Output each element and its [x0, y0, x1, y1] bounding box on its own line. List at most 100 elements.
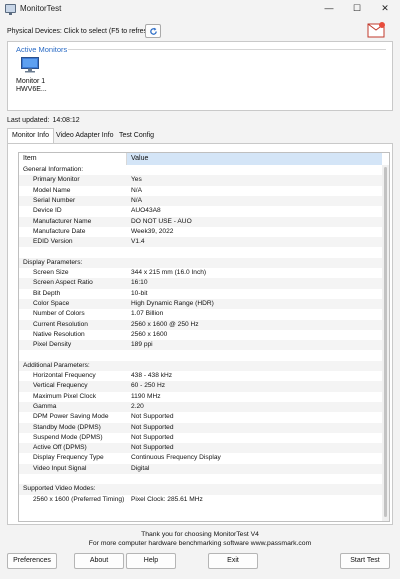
last-updated-value: 14:08:12	[52, 117, 80, 124]
table-row[interactable]: Suspend Mode (DPMS) Not Supported	[19, 433, 382, 443]
row-item: Horizontal Frequency	[33, 372, 96, 379]
monitor-name-line2: HWV6E...	[16, 86, 47, 93]
table-row[interactable]	[19, 247, 382, 257]
table-row[interactable]: Supported Video Modes:	[19, 484, 382, 495]
exit-button[interactable]: Exit	[208, 553, 258, 569]
vertical-scrollbar[interactable]	[382, 165, 389, 521]
row-item: Native Resolution	[33, 330, 85, 338]
table-row[interactable]: Display Parameters:	[19, 257, 382, 268]
table-row[interactable]: Current Resolution 2560 x 1600 @ 250 Hz	[19, 319, 382, 330]
app-monitor-icon	[5, 4, 16, 15]
footer-message: Thank you for choosing MonitorTest V4 Fo…	[0, 531, 400, 548]
close-button[interactable]: ✕	[372, 0, 398, 16]
table-row[interactable]	[19, 350, 382, 360]
row-item: Maximum Pixel Clock	[33, 392, 97, 400]
table-row[interactable]: Number of Colors 1.07 Billion	[19, 309, 382, 319]
preferences-button[interactable]: Preferences	[7, 553, 57, 569]
table-row[interactable]: Standby Mode (DPMS) Not Supported	[19, 422, 382, 433]
row-value: 438 - 438 kHz	[131, 372, 173, 379]
active-monitors-panel: Active Monitors Monitor 1 HWV6E...	[7, 41, 393, 111]
tab-test-config[interactable]: Test Config	[115, 130, 158, 143]
row-item: Suspend Mode (DPMS)	[33, 433, 103, 441]
row-item: Active Off (DPMS)	[33, 444, 87, 452]
about-button[interactable]: About	[74, 553, 124, 569]
last-updated: Last updated: 14:08:12	[7, 117, 80, 124]
row-item: EDID Version	[33, 238, 73, 246]
table-row[interactable]: Serial Number N/A	[19, 195, 382, 207]
maximize-button[interactable]: ☐	[344, 0, 370, 16]
title-bar: MonitorTest — ☐ ✕	[0, 0, 400, 18]
table-row[interactable]: General Information:	[19, 165, 382, 175]
group-divider	[68, 49, 386, 50]
monitor-1-label[interactable]: Monitor 1 HWV6E...	[16, 78, 47, 94]
row-item: Supported Video Modes:	[23, 485, 96, 493]
row-item: DPM Power Saving Mode	[33, 413, 109, 421]
row-value: Not Supported	[131, 423, 174, 431]
tab-monitor-info[interactable]: Monitor Info	[7, 128, 54, 143]
row-value: N/A	[131, 196, 142, 204]
row-item: Current Resolution	[33, 320, 88, 328]
table-row[interactable]: Gamma 2.20	[19, 401, 382, 413]
physical-devices-label: Physical Devices: Click to select (F5 to…	[7, 28, 154, 35]
table-header: Item Value	[19, 153, 389, 165]
table-row[interactable]: Video Input Signal Digital	[19, 463, 382, 474]
row-value: 344 x 215 mm (16.0 Inch)	[131, 269, 207, 276]
table-row[interactable]: Maximum Pixel Clock 1190 MHz	[19, 392, 382, 402]
table-row[interactable]: Horizontal Frequency 438 - 438 kHz	[19, 371, 382, 381]
table-row[interactable]: Native Resolution 2560 x 1600	[19, 330, 382, 340]
refresh-button[interactable]	[145, 24, 161, 38]
column-header-value[interactable]: Value	[127, 153, 382, 165]
monitor-icon[interactable]	[21, 57, 39, 73]
table-row[interactable]: Manufacturer Name DO NOT USE - AUO	[19, 216, 382, 227]
table-row[interactable]: Color Space High Dynamic Range (HDR)	[19, 298, 382, 310]
table-row[interactable]: DPM Power Saving Mode Not Supported	[19, 412, 382, 422]
tab-video-adapter-info[interactable]: Video Adapter Info	[52, 130, 117, 143]
row-item: 2560 x 1600 (Preferred Timing)	[33, 495, 125, 503]
row-item: Pixel Density	[33, 341, 72, 349]
start-test-button[interactable]: Start Test	[340, 553, 390, 569]
row-value: Digital	[131, 464, 150, 472]
table-row[interactable]: Additional Parameters:	[19, 360, 382, 371]
refresh-icon	[150, 27, 157, 35]
row-item: Screen Aspect Ratio	[33, 279, 93, 287]
row-item: Manufacture Date	[33, 227, 86, 235]
row-value: 189 ppi	[131, 341, 153, 349]
window-title: MonitorTest	[20, 4, 62, 13]
table-row[interactable]: Active Off (DPMS) Not Supported	[19, 443, 382, 454]
row-value: V1.4	[131, 238, 145, 246]
minimize-button[interactable]: —	[316, 0, 342, 16]
active-monitors-title: Active Monitors	[16, 45, 68, 54]
row-value: Not Supported	[131, 413, 174, 421]
column-header-item[interactable]: Item	[19, 153, 127, 165]
table-row[interactable]: Vertical Frequency 60 - 250 Hz	[19, 381, 382, 392]
row-value: Not Supported	[131, 444, 174, 452]
table-row[interactable]: Manufacture Date Week39, 2022	[19, 227, 382, 237]
table-row[interactable]: 2560 x 1600 (Preferred Timing) Pixel Cloc…	[19, 495, 382, 505]
table-row[interactable]: Pixel Density 189 ppi	[19, 340, 382, 351]
table-row[interactable]: Device ID AUO43A8	[19, 206, 382, 216]
table-row[interactable]	[19, 474, 382, 484]
row-value: 2.20	[131, 402, 144, 410]
row-item: Display Parameters:	[23, 258, 83, 266]
row-value: 1.07 Billion	[131, 310, 164, 318]
table-row[interactable]: Display Frequency Type Continuous Frequen…	[19, 453, 382, 463]
table-row[interactable]: Primary Monitor Yes	[19, 175, 382, 186]
row-item: Vertical Frequency	[33, 382, 88, 390]
row-value: High Dynamic Range (HDR)	[131, 299, 214, 307]
row-value: Week39, 2022	[131, 227, 174, 235]
row-value: 10-bit	[131, 289, 148, 297]
table-row[interactable]: EDID Version V1.4	[19, 237, 382, 248]
table-row[interactable]: Model Name N/A	[19, 186, 382, 196]
row-item: Video Input Signal	[33, 464, 87, 472]
help-button[interactable]: Help	[126, 553, 176, 569]
row-value: N/A	[131, 186, 142, 194]
table-row[interactable]: Screen Size 344 x 215 mm (16.0 Inch)	[19, 268, 382, 278]
row-value: 2560 x 1600	[131, 330, 168, 338]
table-row[interactable]: Bit Depth 10-bit	[19, 289, 382, 299]
monitor-info-table: Item Value General Information: Primary M…	[18, 152, 390, 522]
row-item: Number of Colors	[33, 310, 85, 318]
scrollbar-thumb[interactable]	[384, 167, 387, 517]
row-item: Primary Monitor	[33, 176, 80, 184]
row-value: Continuous Frequency Display	[131, 454, 221, 462]
table-row[interactable]: Screen Aspect Ratio 16:10	[19, 278, 382, 289]
